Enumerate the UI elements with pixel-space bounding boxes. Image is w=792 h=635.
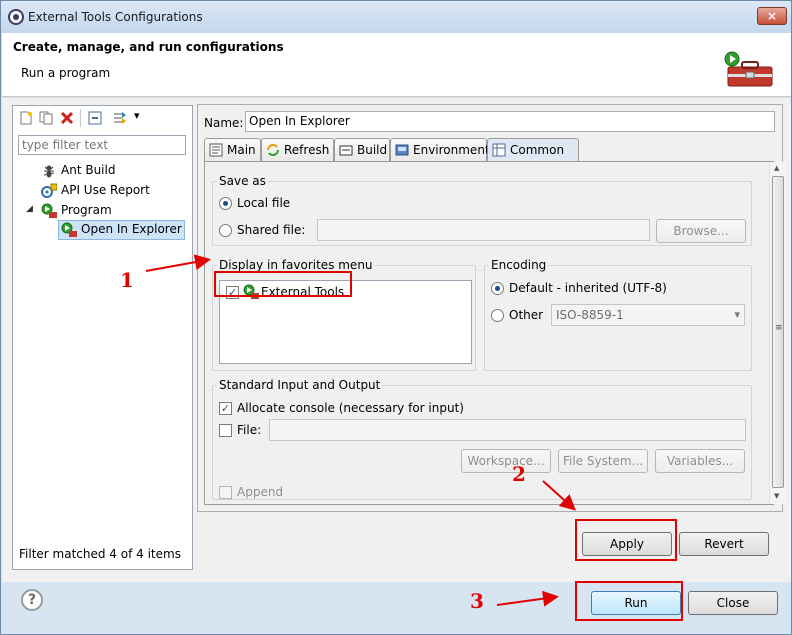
filter-dropdown-icon[interactable]: ▾ bbox=[134, 109, 140, 122]
browse-button[interactable]: Browse... bbox=[656, 219, 746, 243]
dialog-body: ▾ Ant Build API Use Report ◢ Program Ope… bbox=[2, 98, 791, 582]
ant-icon bbox=[43, 165, 55, 178]
select-arrow-icon: ▾ bbox=[734, 308, 740, 321]
scroll-grip-icon: ≡ bbox=[775, 323, 783, 333]
refresh-icon bbox=[267, 144, 279, 156]
program-icon bbox=[41, 203, 57, 218]
toolbar-separator bbox=[80, 109, 81, 127]
local-file-radio[interactable] bbox=[219, 197, 232, 210]
name-input[interactable]: Open In Explorer bbox=[245, 111, 775, 132]
other-encoding-label: Other bbox=[509, 308, 544, 322]
annotation-box-apply bbox=[575, 519, 677, 561]
config-tabs: Main Refresh Build Environment Common bbox=[204, 138, 774, 163]
save-as-group: Save as Local file Shared file: Browse..… bbox=[212, 174, 752, 246]
shared-file-field[interactable] bbox=[317, 219, 650, 241]
annotation-number-2: 2 bbox=[512, 462, 526, 486]
tab-main[interactable]: Main bbox=[204, 138, 261, 162]
shared-file-radio[interactable] bbox=[219, 224, 232, 237]
allocate-console-checkbox[interactable]: ✓ bbox=[219, 402, 232, 415]
environment-icon bbox=[395, 144, 409, 156]
standard-io-title: Standard Input and Output bbox=[217, 378, 383, 392]
collapse-all-icon[interactable] bbox=[88, 111, 102, 125]
window-close-button[interactable]: × bbox=[757, 7, 787, 25]
annotation-number-3: 3 bbox=[470, 589, 484, 613]
tab-refresh[interactable]: Refresh bbox=[261, 138, 334, 162]
toolbox-icon bbox=[724, 51, 773, 87]
shared-file-label: Shared file: bbox=[237, 223, 306, 237]
tree-item-open-in-explorer[interactable]: Open In Explorer bbox=[58, 220, 185, 240]
common-tab-content: Save as Local file Shared file: Browse..… bbox=[204, 161, 786, 505]
window-title: External Tools Configurations bbox=[28, 10, 203, 24]
eclipse-icon bbox=[8, 9, 24, 25]
variables-button[interactable]: Variables... bbox=[655, 449, 745, 473]
revert-button[interactable]: Revert bbox=[679, 532, 769, 556]
other-encoding-select[interactable]: ISO-8859-1 ▾ bbox=[551, 304, 745, 326]
vertical-scrollbar[interactable]: ▲ ≡ ▼ bbox=[769, 162, 786, 504]
scrollbar-thumb[interactable]: ≡ bbox=[772, 176, 784, 488]
filter-status: Filter matched 4 of 4 items bbox=[19, 547, 181, 561]
allocate-console-label: Allocate console (necessary for input) bbox=[237, 401, 464, 415]
default-encoding-radio[interactable] bbox=[491, 282, 504, 295]
tab-common[interactable]: Common bbox=[487, 138, 579, 163]
scroll-down-icon[interactable]: ▼ bbox=[774, 492, 779, 500]
main-tab-icon bbox=[209, 143, 223, 157]
build-icon bbox=[339, 145, 353, 156]
tab-build[interactable]: Build bbox=[334, 138, 390, 162]
append-checkbox[interactable] bbox=[219, 486, 232, 499]
file-label: File: bbox=[237, 423, 262, 437]
workspace-button[interactable]: Workspace... bbox=[461, 449, 551, 473]
file-system-button[interactable]: File System... bbox=[558, 449, 648, 473]
other-encoding-radio[interactable] bbox=[491, 309, 504, 322]
tree-expand-icon[interactable]: ◢ bbox=[26, 204, 33, 214]
new-configuration-icon[interactable] bbox=[19, 111, 33, 125]
help-icon[interactable]: ? bbox=[21, 589, 43, 611]
encoding-group: Encoding Default - inherited (UTF-8) Oth… bbox=[484, 258, 752, 371]
annotation-box-favorites bbox=[214, 271, 352, 297]
program-launch-icon bbox=[61, 222, 77, 237]
annotation-number-1: 1 bbox=[120, 268, 134, 292]
name-label: Name: bbox=[204, 116, 244, 130]
tab-environment[interactable]: Environment bbox=[390, 138, 490, 162]
header-subtitle: Run a program bbox=[21, 66, 111, 80]
scroll-up-icon[interactable]: ▲ bbox=[774, 164, 779, 172]
output-file-field[interactable] bbox=[269, 419, 746, 441]
title-bar: External Tools Configurations × bbox=[1, 1, 791, 33]
append-label: Append bbox=[237, 485, 284, 499]
duplicate-icon[interactable] bbox=[39, 111, 53, 125]
default-encoding-label: Default - inherited (UTF-8) bbox=[509, 281, 667, 295]
close-button[interactable]: Close bbox=[688, 591, 778, 615]
filter-configurations-icon[interactable] bbox=[113, 111, 127, 125]
dialog-header: Create, manage, and run configurations R… bbox=[2, 33, 791, 97]
configuration-editor-panel: Name: Open In Explorer Main Refresh Buil… bbox=[197, 104, 786, 512]
delete-icon[interactable] bbox=[60, 111, 74, 125]
configuration-list-panel: ▾ Ant Build API Use Report ◢ Program Ope… bbox=[12, 105, 193, 570]
header-title: Create, manage, and run configurations bbox=[13, 40, 284, 54]
local-file-label: Local file bbox=[237, 196, 291, 210]
configuration-toolbar: ▾ bbox=[17, 109, 187, 129]
filter-input[interactable] bbox=[18, 135, 186, 155]
save-as-title: Save as bbox=[217, 174, 268, 188]
file-checkbox[interactable] bbox=[219, 424, 232, 437]
annotation-box-run bbox=[575, 581, 683, 621]
encoding-title: Encoding bbox=[489, 258, 549, 272]
favorites-title: Display in favorites menu bbox=[217, 258, 375, 272]
common-icon bbox=[492, 143, 506, 157]
standard-io-group: Standard Input and Output ✓ Allocate con… bbox=[212, 378, 752, 500]
api-report-icon bbox=[41, 183, 57, 198]
